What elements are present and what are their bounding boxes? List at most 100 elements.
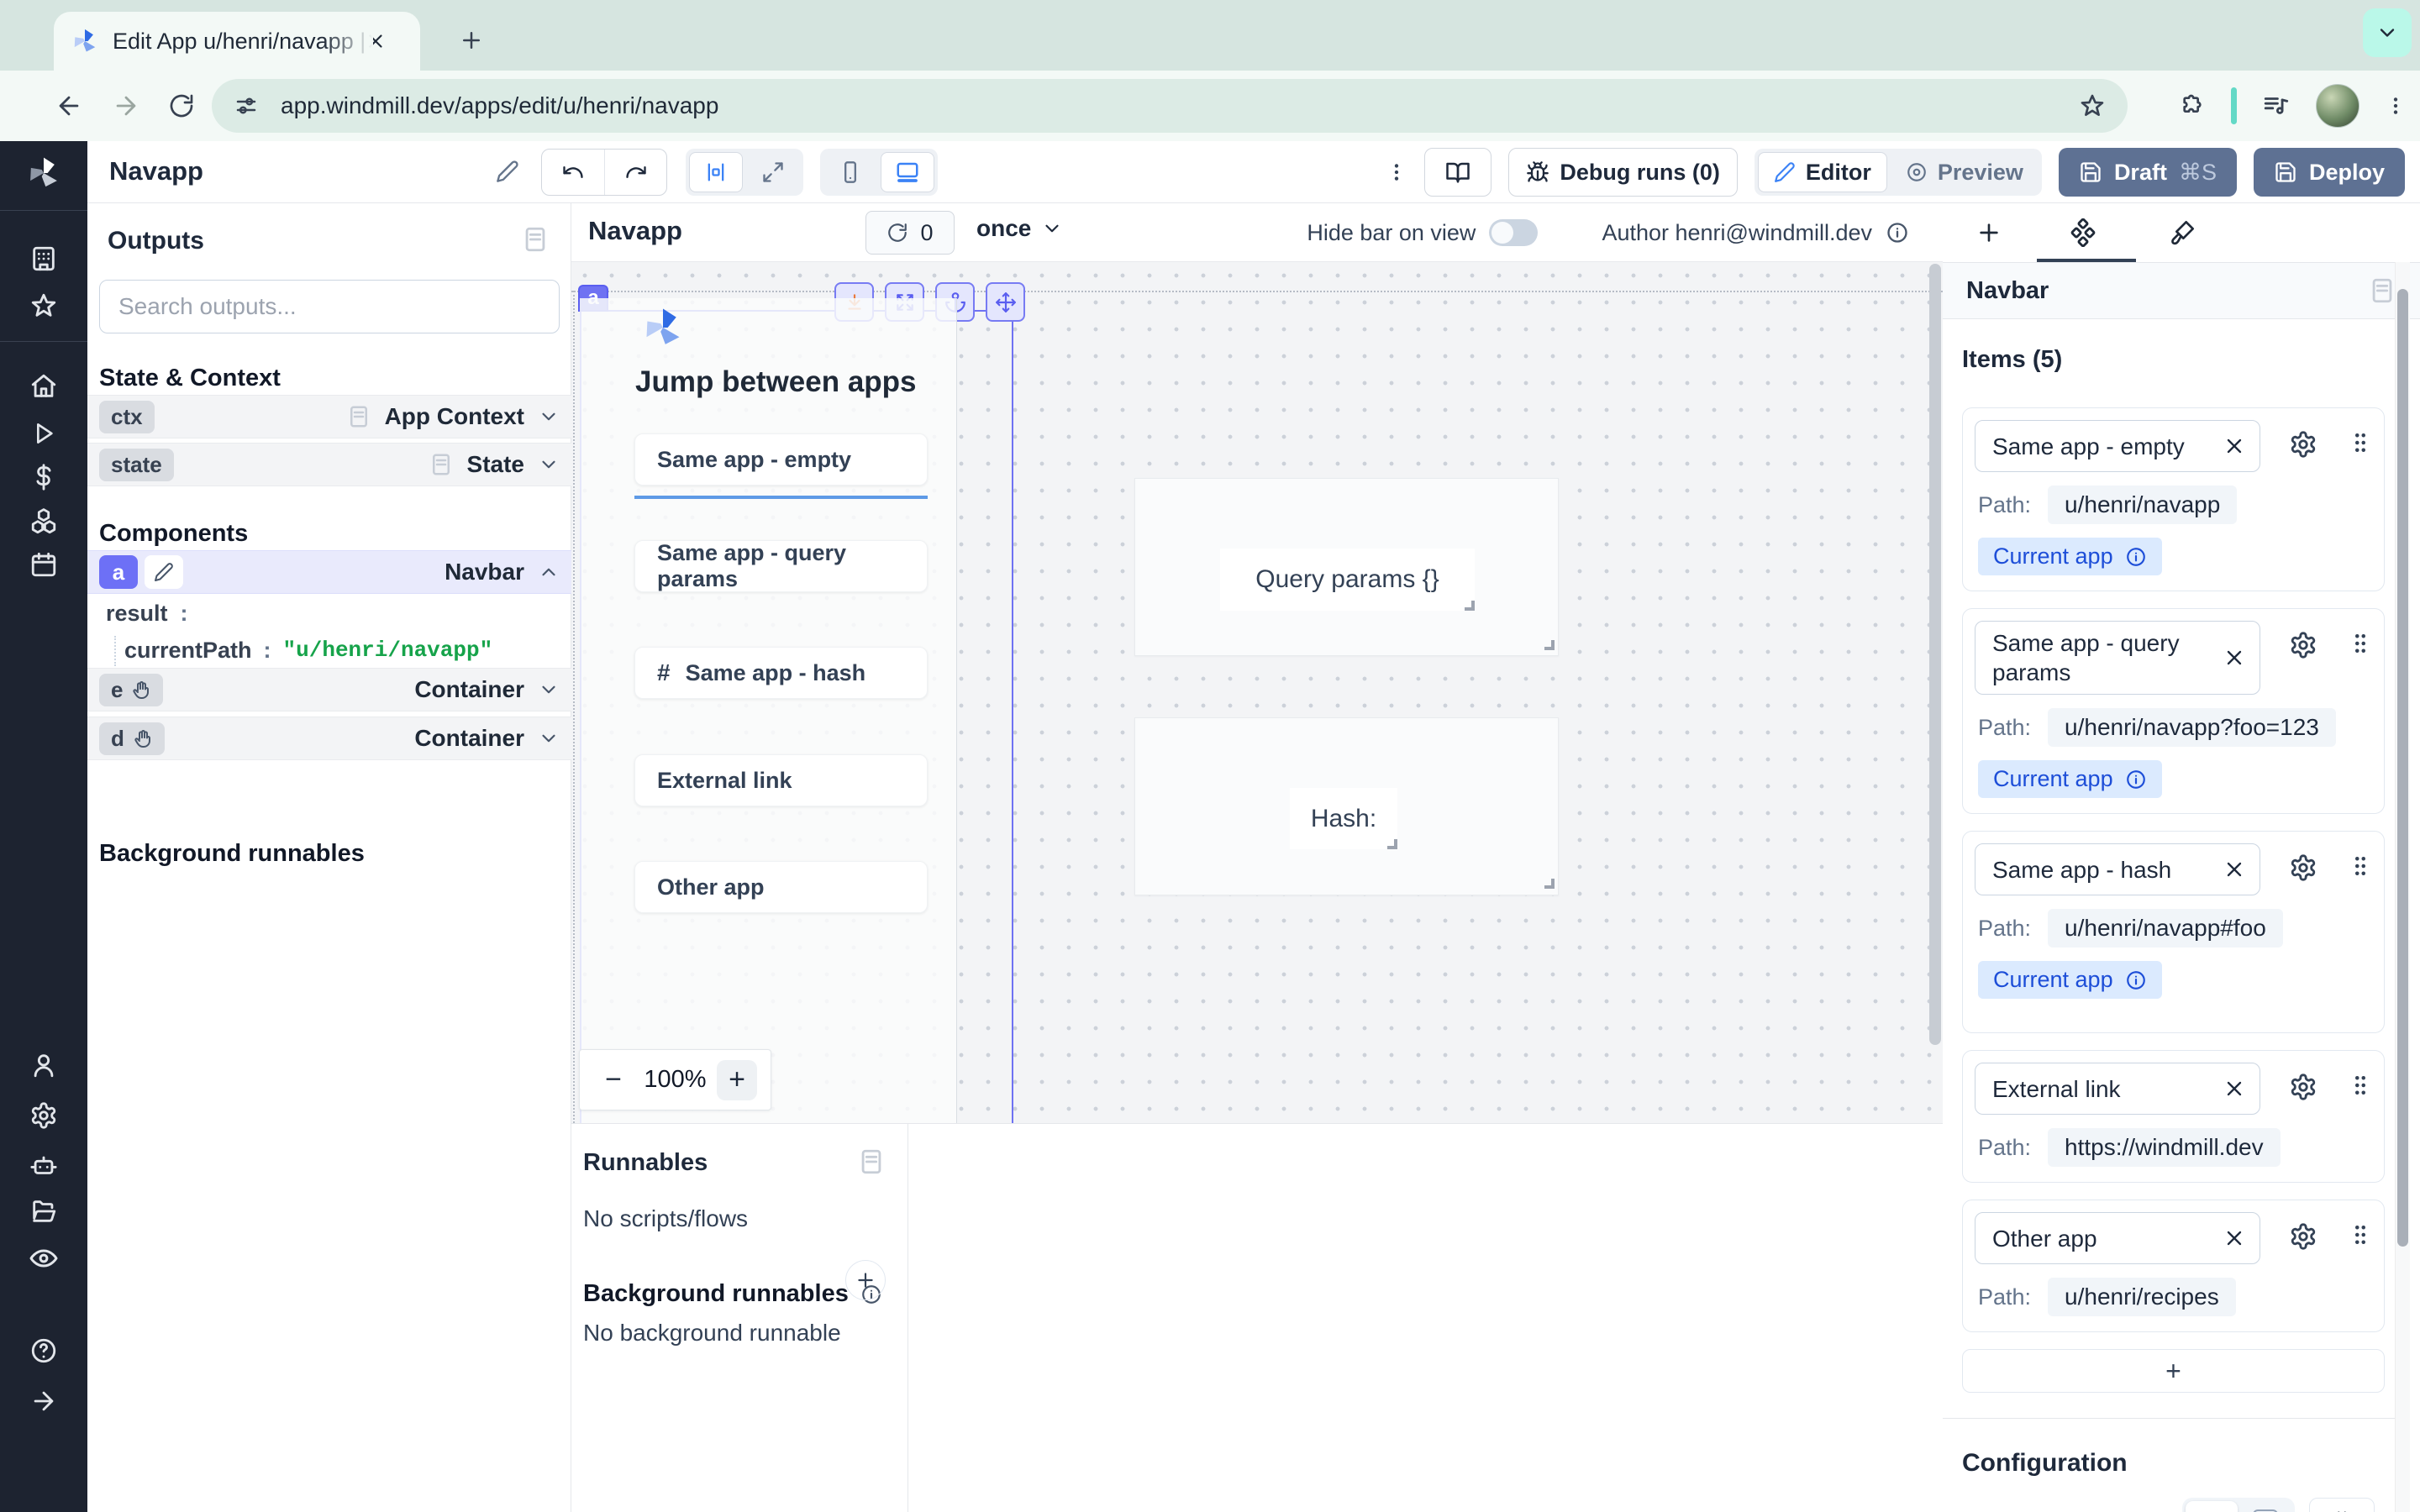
schedules-icon[interactable] (25, 546, 62, 583)
deploy-button[interactable]: Deploy (2254, 148, 2405, 197)
browser-menu-icon[interactable] (2385, 95, 2407, 117)
bookmark-star-icon[interactable] (2079, 92, 2106, 119)
help-icon[interactable] (25, 1332, 62, 1369)
resources-icon[interactable] (25, 502, 62, 539)
more-options-kebab-icon[interactable] (1386, 161, 1407, 183)
item-label-input[interactable]: External link (1975, 1063, 2260, 1115)
item-path[interactable]: u/henri/navapp (2048, 486, 2237, 524)
resize-handle[interactable] (1544, 879, 1555, 889)
home-icon[interactable] (25, 368, 62, 405)
result-key-row[interactable]: result : (106, 601, 188, 627)
panel-docs-icon[interactable] (857, 1147, 886, 1176)
preview-tab[interactable]: Preview (1891, 152, 2039, 192)
site-settings-icon[interactable] (234, 93, 259, 118)
item-settings-gear-icon[interactable] (2289, 631, 2317, 659)
workspace-icon[interactable] (25, 240, 62, 277)
navbar-component-preview[interactable]: Jump between apps Same app - empty Same … (580, 298, 957, 1123)
undo-button[interactable] (542, 150, 604, 195)
workers-bot-icon[interactable] (25, 1147, 62, 1184)
nav-item-other-app[interactable]: Other app (634, 861, 928, 913)
expand-rail-icon[interactable] (25, 1383, 62, 1420)
mobile-view-button[interactable] (823, 152, 877, 192)
redo-button[interactable] (604, 150, 666, 195)
item-label-input[interactable]: Same app - empty (1975, 420, 2260, 472)
full-width-layout-button[interactable] (746, 152, 800, 192)
clear-icon[interactable] (2223, 646, 2246, 669)
panel-docs-icon[interactable] (2368, 276, 2396, 305)
chevron-down-icon[interactable] (538, 406, 560, 428)
hide-bar-toggle[interactable] (1489, 219, 1538, 246)
connect-input-button[interactable] (2309, 1498, 2375, 1512)
forward-button[interactable] (106, 86, 146, 126)
item-settings-gear-icon[interactable] (2289, 1222, 2317, 1251)
windmill-logo[interactable] (25, 155, 62, 192)
current-path-row[interactable]: currentPath : "u/henri/navapp" (124, 638, 492, 664)
item-path[interactable]: u/henri/navapp#foo (2048, 909, 2283, 948)
scrollbar-thumb[interactable] (2397, 289, 2408, 1247)
info-icon[interactable] (2125, 769, 2147, 790)
folders-icon[interactable] (25, 1193, 62, 1230)
new-tab-button[interactable] (450, 18, 493, 62)
url-text[interactable]: app.windmill.dev/apps/edit/u/henri/navap… (281, 92, 2079, 119)
nav-item-query-params[interactable]: Same app - query params (634, 540, 928, 592)
media-controls-icon[interactable] (2262, 92, 2291, 120)
add-item-button[interactable]: + (1962, 1349, 2385, 1393)
refresh-count-button[interactable]: 0 (865, 211, 955, 255)
search-outputs-input[interactable] (99, 280, 560, 333)
selection-resize-line[interactable] (1012, 301, 1013, 1123)
edit-title-pencil-icon[interactable] (496, 160, 519, 183)
rename-component-button[interactable] (145, 555, 183, 589)
drag-handle-icon[interactable] (2348, 430, 2373, 455)
container-d-row[interactable]: d Container (87, 717, 571, 760)
runs-icon[interactable] (25, 415, 62, 452)
item-settings-gear-icon[interactable] (2289, 430, 2317, 459)
reload-button[interactable] (161, 86, 202, 126)
item-path[interactable]: u/henri/recipes (2048, 1278, 2236, 1316)
item-label-input[interactable]: Same app - hash (1975, 843, 2260, 895)
nav-item-same-app-empty[interactable]: Same app - empty (634, 433, 928, 486)
chevron-up-icon[interactable] (538, 561, 560, 583)
editor-tab[interactable]: Editor (1758, 152, 1887, 192)
static-value-button[interactable] (2186, 1501, 2238, 1512)
drag-handle-icon[interactable] (2348, 853, 2373, 879)
right-panel-scrollbar[interactable] (2395, 262, 2410, 1512)
info-icon[interactable] (2125, 969, 2147, 991)
centered-layout-button[interactable] (689, 152, 743, 192)
drag-handle-icon[interactable] (2348, 1222, 2373, 1247)
zoom-in-button[interactable]: + (717, 1060, 757, 1100)
extensions-icon[interactable] (2179, 92, 2206, 119)
clear-icon[interactable] (2223, 434, 2246, 458)
nav-item-external-link[interactable]: External link (634, 754, 928, 806)
info-icon[interactable] (2125, 546, 2147, 568)
clear-icon[interactable] (2223, 1077, 2246, 1100)
resize-handle[interactable] (1387, 839, 1397, 849)
tab-search-button[interactable] (2363, 8, 2412, 57)
clear-icon[interactable] (2223, 858, 2246, 881)
item-path[interactable]: u/henri/navapp?foo=123 (2048, 708, 2336, 747)
resize-handle[interactable] (1465, 601, 1475, 611)
component-settings-tab[interactable] (2069, 218, 2097, 247)
favorites-star-icon[interactable] (25, 287, 62, 324)
insert-component-tab[interactable] (1975, 218, 2003, 247)
state-row[interactable]: state State (87, 443, 571, 486)
app-canvas[interactable]: a Jump between apps (571, 262, 1943, 1123)
chevron-down-icon[interactable] (538, 454, 560, 475)
expression-value-button[interactable]: f (2239, 1501, 2291, 1512)
desktop-view-button[interactable] (881, 152, 934, 192)
hash-container[interactable]: Hash: (1134, 717, 1559, 895)
docs-button[interactable] (1424, 148, 1491, 197)
container-e-row[interactable]: e Container (87, 668, 571, 711)
zoom-out-button[interactable]: − (593, 1060, 634, 1100)
add-background-runnable-button[interactable] (845, 1260, 886, 1300)
draft-button[interactable]: Draft ⌘S (2059, 148, 2237, 197)
refresh-mode-dropdown[interactable]: once (976, 215, 1063, 242)
back-button[interactable] (49, 86, 89, 126)
canvas-scrollbar[interactable] (1929, 264, 1941, 1045)
navbar-component-row[interactable]: a Navbar (87, 550, 571, 594)
styling-tab[interactable] (2168, 218, 2196, 247)
chevron-down-icon[interactable] (538, 727, 560, 749)
drag-handle-icon[interactable] (2348, 1073, 2373, 1098)
resize-handle[interactable] (1544, 640, 1555, 650)
item-settings-gear-icon[interactable] (2289, 853, 2317, 882)
item-label-input[interactable]: Other app (1975, 1212, 2260, 1264)
